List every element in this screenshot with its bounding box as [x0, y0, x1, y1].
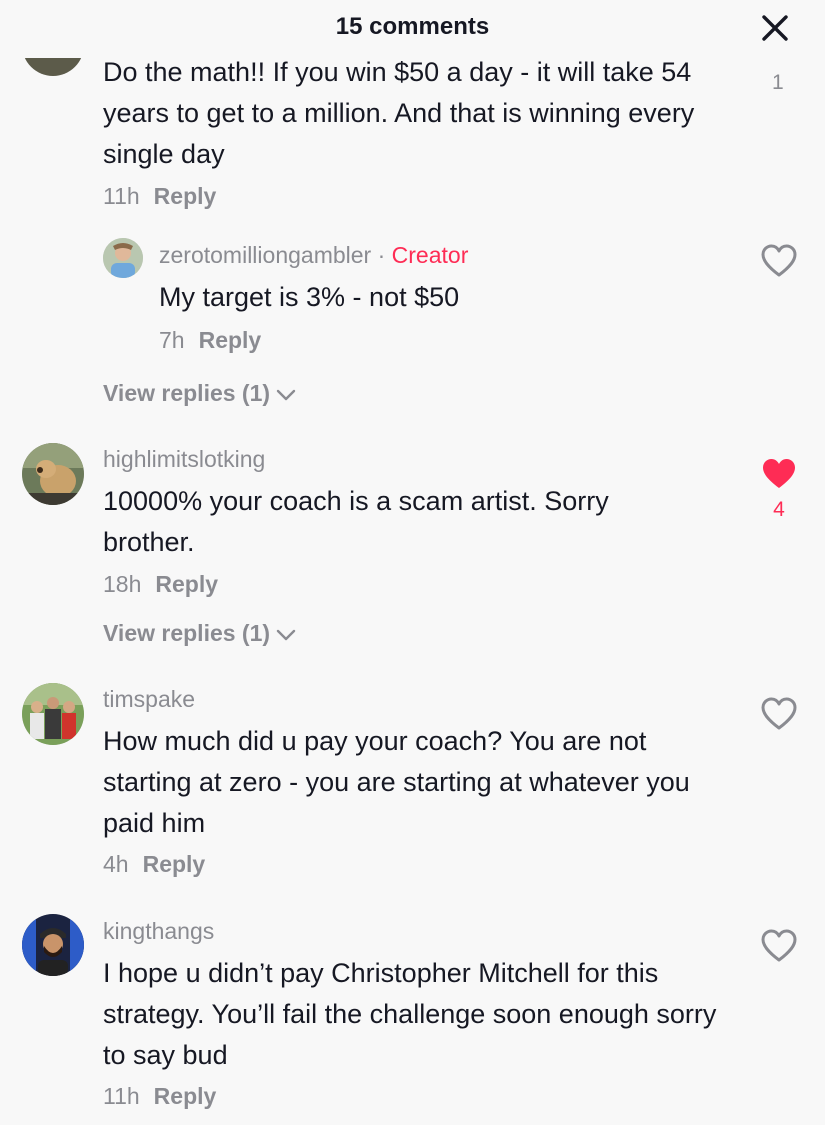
- like-count: 1: [772, 71, 784, 94]
- heart-outline-icon: [761, 929, 797, 962]
- comment-username[interactable]: kingthangs: [103, 918, 214, 945]
- creator-avatar[interactable]: [103, 238, 143, 278]
- reply-button[interactable]: Reply: [143, 851, 206, 877]
- heart-filled-icon: [763, 459, 795, 488]
- view-replies-button[interactable]: View replies (1): [103, 620, 296, 647]
- comment-username[interactable]: highlimitslotking: [103, 446, 265, 473]
- avatar-image: [22, 443, 84, 505]
- comment-meta: 11h Reply: [103, 183, 216, 210]
- view-replies-label: View replies (1): [103, 380, 271, 406]
- view-replies-button[interactable]: View replies (1): [103, 380, 296, 407]
- like-button[interactable]: [759, 929, 799, 968]
- comments-list: Do the math!! If you win $50 a day - it …: [0, 0, 825, 1125]
- creator-badge: Creator: [391, 242, 469, 268]
- reply-meta: 7h Reply: [159, 327, 261, 354]
- reply-button[interactable]: Reply: [154, 183, 217, 209]
- avatar[interactable]: [22, 443, 84, 505]
- comment-text: How much did u pay your coach? You are n…: [103, 726, 690, 838]
- heart-outline-icon: [761, 697, 797, 730]
- comment-time: 11h: [103, 1083, 140, 1109]
- comments-count-title: 15 comments: [335, 13, 490, 40]
- avatar-image: [22, 914, 84, 976]
- comment-text: 10000% your coach is a scam artist. Sorr…: [103, 486, 609, 557]
- like-button[interactable]: 4: [759, 457, 799, 522]
- close-button[interactable]: [757, 10, 793, 46]
- reply-button[interactable]: Reply: [154, 1083, 217, 1109]
- avatar[interactable]: [22, 683, 84, 745]
- comment-username[interactable]: timspake: [103, 686, 195, 713]
- like-count: 4: [773, 498, 785, 521]
- reply-time: 7h: [159, 327, 185, 353]
- reply-text: My target is 3% - not $50: [159, 282, 460, 312]
- comment-text: Do the math!! If you win $50 a day - it …: [103, 57, 695, 169]
- chevron-down-icon: [276, 389, 296, 401]
- comment-meta: 18h Reply: [103, 571, 218, 598]
- like-button[interactable]: [759, 697, 799, 736]
- separator-dot: ·: [377, 242, 386, 268]
- heart-outline-icon: [761, 244, 797, 277]
- avatar-image: [22, 683, 84, 745]
- comment-meta: 11h Reply: [103, 1083, 216, 1110]
- chevron-down-icon: [276, 629, 296, 641]
- reply-button[interactable]: Reply: [155, 571, 218, 597]
- creator-username[interactable]: zerotomilliongambler: [159, 242, 371, 268]
- comments-header: 15 comments: [0, 0, 825, 58]
- like-button[interactable]: [759, 244, 799, 283]
- view-replies-label: View replies (1): [103, 620, 271, 646]
- avatar[interactable]: [22, 914, 84, 976]
- creator-username-line: zerotomilliongambler · Creator: [159, 242, 468, 269]
- close-icon: [762, 15, 788, 41]
- comment-time: 18h: [103, 571, 142, 597]
- comment-text: I hope u didn’t pay Christopher Mitchell…: [103, 958, 717, 1070]
- comment-time: 4h: [103, 851, 129, 877]
- comment-meta: 4h Reply: [103, 851, 205, 878]
- comment-time: 11h: [103, 183, 140, 209]
- reply-button[interactable]: Reply: [199, 327, 262, 353]
- creator-avatar-image: [103, 238, 143, 278]
